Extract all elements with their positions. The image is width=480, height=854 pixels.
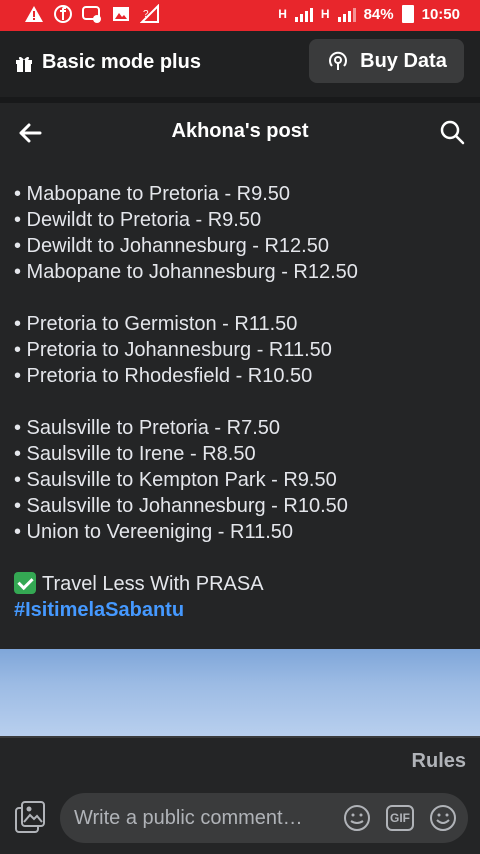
basic-mode-title: Basic mode plus bbox=[42, 51, 201, 73]
warning-icon bbox=[24, 4, 44, 24]
buy-data-button[interactable]: Buy Data bbox=[309, 39, 464, 83]
messenger-settings-icon bbox=[82, 4, 102, 24]
battery-icon bbox=[401, 5, 414, 23]
divider bbox=[0, 736, 480, 738]
basic-mode-bar: Basic mode plus Buy Data bbox=[0, 31, 480, 97]
route-line: • Saulsville to Johannesburg - R10.50 bbox=[14, 495, 348, 517]
comment-input[interactable]: Write a public comment… GIF bbox=[60, 793, 468, 843]
search-icon[interactable] bbox=[438, 118, 466, 146]
facebook-icon bbox=[53, 4, 73, 24]
route-line: • Pretoria to Johannesburg - R11.50 bbox=[14, 339, 332, 361]
route-line: • Saulsville to Kempton Park - R9.50 bbox=[14, 469, 337, 491]
comment-placeholder: Write a public comment… bbox=[74, 807, 303, 829]
page-title: Akhona's post bbox=[171, 120, 309, 142]
gift-icon bbox=[16, 56, 32, 72]
hashtag-link[interactable]: #IsitimelaSabantu bbox=[14, 599, 184, 621]
sticker-icon[interactable] bbox=[342, 803, 372, 833]
signal-strength-icon bbox=[294, 6, 313, 22]
route-line: • Dewildt to Johannesburg - R12.50 bbox=[14, 235, 329, 257]
network-type-1: H bbox=[278, 7, 287, 21]
route-line: • Saulsville to Irene - R8.50 bbox=[14, 443, 256, 465]
network-type-2: H bbox=[320, 7, 330, 21]
route-line: • Mabopane to Pretoria - R9.50 bbox=[14, 183, 291, 205]
photo-gallery-icon[interactable] bbox=[14, 800, 46, 834]
battery-percent: 84% bbox=[363, 5, 394, 23]
clock: 10:50 bbox=[421, 5, 460, 23]
signal-strength-icon-2 bbox=[337, 6, 356, 22]
emoji-icon[interactable] bbox=[428, 803, 458, 833]
broadcast-icon bbox=[329, 51, 348, 70]
route-line: • Dewildt to Pretoria - R9.50 bbox=[14, 209, 262, 231]
gif-button[interactable]: GIF bbox=[386, 805, 414, 831]
status-bar: ? H H 84% 10:50 bbox=[0, 0, 480, 31]
tagline-line: Travel Less With PRASA bbox=[14, 571, 466, 597]
buy-data-label: Buy Data bbox=[360, 49, 447, 72]
rules-link[interactable]: Rules bbox=[412, 750, 466, 773]
check-mark-icon bbox=[14, 572, 36, 594]
post-image[interactable] bbox=[0, 649, 480, 736]
route-line: • Pretoria to Germiston - R11.50 bbox=[14, 313, 298, 335]
tagline: Travel Less With PRASA bbox=[42, 573, 264, 595]
route-line: • Pretoria to Rhodesfield - R10.50 bbox=[14, 365, 313, 387]
svg-text:?: ? bbox=[143, 9, 149, 20]
no-signal-icon: ? bbox=[140, 4, 160, 24]
post-header: Akhona's post bbox=[0, 103, 480, 161]
post-text: • Mabopane to Pretoria - R9.50 • Dewildt… bbox=[14, 181, 466, 623]
route-line: • Mabopane to Johannesburg - R12.50 bbox=[14, 261, 358, 283]
route-line: • Union to Vereeniging - R11.50 bbox=[14, 521, 294, 543]
route-line: • Saulsville to Pretoria - R7.50 bbox=[14, 417, 281, 439]
image-icon bbox=[111, 4, 131, 24]
